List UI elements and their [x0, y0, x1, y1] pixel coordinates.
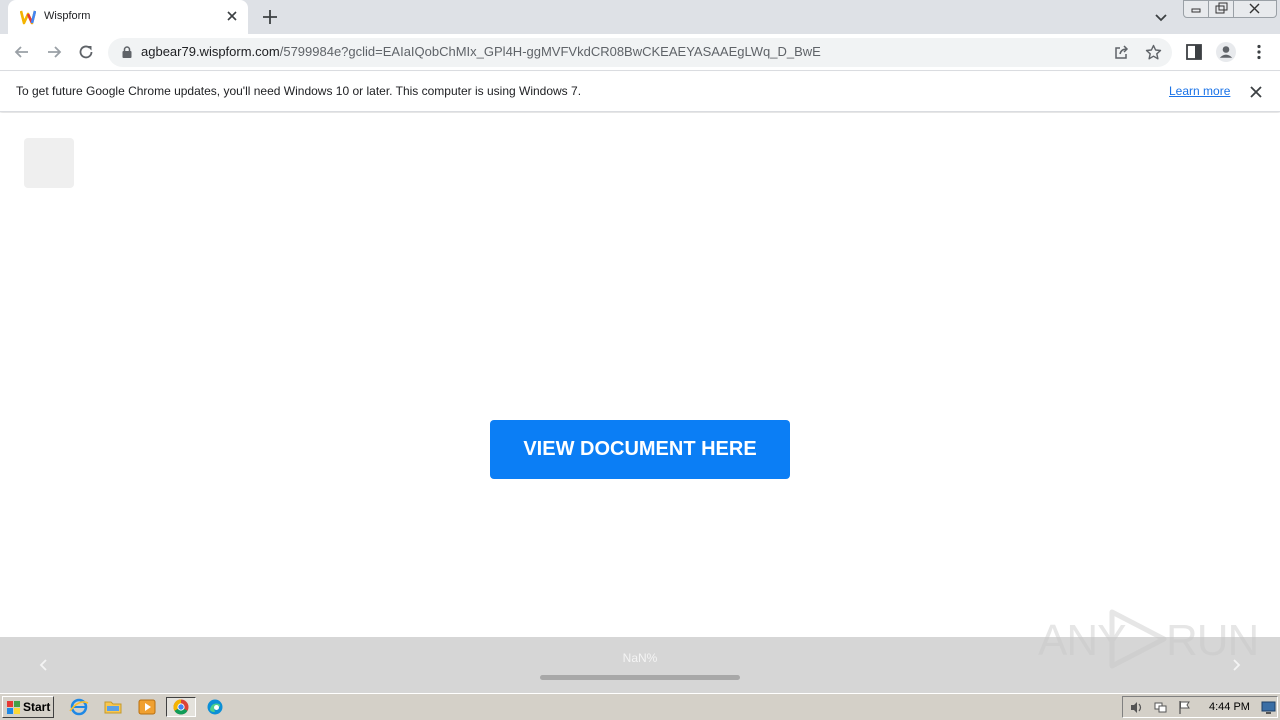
forward-arrow-icon[interactable]	[44, 42, 64, 62]
page-content: VIEW DOCUMENT HERE	[0, 113, 1280, 637]
window-minimize-button[interactable]	[1183, 0, 1209, 18]
new-tab-plus-icon[interactable]	[260, 7, 280, 27]
reload-icon[interactable]	[76, 42, 96, 62]
lock-icon[interactable]	[120, 45, 134, 59]
chrome-taskbar-button[interactable]	[166, 697, 196, 717]
share-icon[interactable]	[1113, 44, 1130, 61]
browser-toolbar: agbear79.wispform.com/5799984e?gclid=EAI…	[0, 34, 1280, 71]
address-bar[interactable]: agbear79.wispform.com/5799984e?gclid=EAI…	[108, 38, 1172, 67]
watermark-text-run: RUN	[1166, 616, 1259, 665]
url-host: agbear79.wispform.com	[141, 44, 280, 59]
progress-track	[540, 675, 740, 680]
start-label: Start	[23, 700, 51, 714]
learn-more-link[interactable]: Learn more	[1169, 84, 1230, 98]
chrome-icon	[173, 699, 189, 715]
media-player-icon[interactable]	[136, 697, 158, 717]
taskbar-clock: 4:44 PM	[1209, 701, 1250, 713]
taskbar: Start 4:44 PM	[0, 693, 1280, 720]
wispform-w-icon	[20, 10, 36, 25]
progress-percentage: NaN%	[622, 651, 658, 665]
close-icon[interactable]	[224, 8, 240, 24]
view-document-button[interactable]: VIEW DOCUMENT HERE	[490, 420, 790, 479]
close-icon	[1249, 3, 1260, 14]
bookmark-star-icon[interactable]	[1145, 44, 1162, 61]
close-icon[interactable]	[1248, 84, 1264, 100]
window-close-button[interactable]	[1233, 0, 1277, 18]
url-path: /5799984e?gclid=EAIaIQobChMIx_GPl4H-ggMV…	[279, 44, 821, 59]
volume-icon[interactable]	[1129, 700, 1144, 715]
tab-title: Wispform	[44, 10, 91, 22]
network-icon[interactable]	[1153, 700, 1168, 715]
system-tray: 4:44 PM	[1122, 696, 1278, 718]
minimize-icon	[1191, 8, 1201, 13]
infobar-message: To get future Google Chrome updates, you…	[16, 84, 582, 98]
anyrun-watermark: ANY RUN	[1036, 606, 1259, 670]
profile-avatar-icon[interactable]	[1215, 41, 1237, 63]
edge-icon[interactable]	[204, 697, 226, 717]
chevron-left-icon[interactable]	[34, 655, 54, 675]
window-restore-button[interactable]	[1208, 0, 1234, 18]
chrome-update-infobar: To get future Google Chrome updates, you…	[0, 72, 1280, 112]
side-panel-icon[interactable]	[1184, 42, 1204, 62]
folder-icon[interactable]	[102, 697, 124, 717]
tab-strip: Wispform	[0, 0, 1280, 34]
play-icon	[1109, 609, 1167, 669]
show-desktop-icon[interactable]	[1261, 700, 1276, 715]
logo-placeholder	[24, 138, 74, 188]
kebab-menu-icon[interactable]	[1249, 42, 1269, 62]
url-text[interactable]: agbear79.wispform.com/5799984e?gclid=EAI…	[141, 44, 821, 59]
action-center-flag-icon[interactable]	[1177, 700, 1192, 715]
tab-wispform[interactable]: Wispform	[8, 0, 248, 34]
screen: Wispform agbear79.wispform.com/5799984e?…	[0, 0, 1280, 720]
internet-explorer-icon[interactable]	[68, 697, 90, 717]
chevron-down-icon[interactable]	[1152, 8, 1170, 26]
windows-flag-icon	[7, 701, 20, 714]
start-button[interactable]: Start	[2, 696, 54, 718]
back-arrow-icon[interactable]	[12, 42, 32, 62]
restore-icon	[1215, 2, 1228, 14]
